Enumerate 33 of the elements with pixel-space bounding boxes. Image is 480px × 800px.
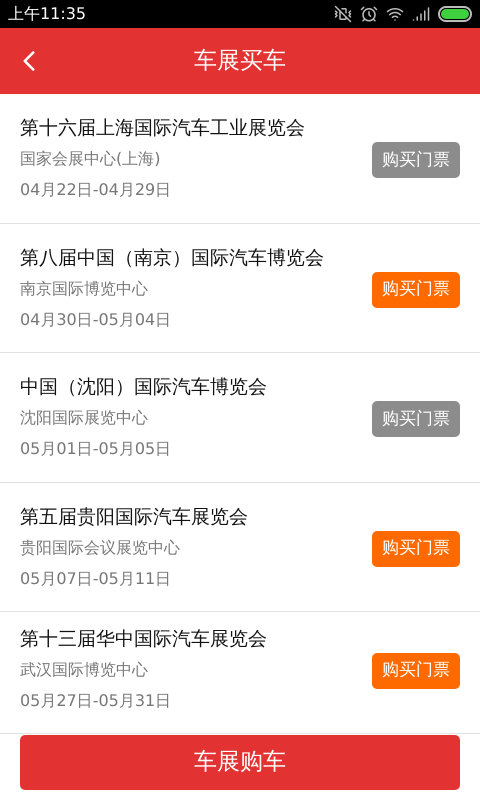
battery-icon (438, 6, 472, 22)
wifi-icon (386, 5, 404, 23)
exhibition-item[interactable]: 第八届中国（南京）国际汽车博览会 南京国际博览中心 04月30日-05月04日 购买门票 (0, 224, 480, 353)
buy-ticket-button[interactable]: 购买门票 (372, 530, 460, 567)
buy-ticket-button[interactable]: 购买门票 (372, 401, 460, 438)
buy-ticket-button[interactable]: 购买门票 (372, 272, 460, 308)
exhibition-item[interactable]: 第十六届上海国际汽车工业展览会 国家会展中心(上海) 04月22日-04月29日 购买门票 (0, 94, 480, 224)
venue-text: 沈阳国际展览中心 (20, 407, 149, 430)
venue-text: 南京国际博览中心 (20, 278, 149, 300)
exhibition-title: 中国（沈阳）国际汽车博览会 (20, 375, 268, 400)
date-range: 04月22日-04月29日 (20, 179, 172, 202)
venue-text: 贵阳国际会议展览中心 (20, 536, 181, 559)
date-range: 04月30日-05月04日 (20, 308, 172, 331)
alarm-icon (360, 5, 378, 23)
car-purchase-button[interactable]: 车展购车 (20, 735, 460, 790)
date-range: 05月01日-05月05日 (20, 438, 172, 460)
exhibition-title: 第十六届上海国际汽车工业展览会 (20, 116, 306, 142)
date-range: 05月27日-05月31日 (20, 690, 172, 712)
exhibition-title: 第十三届华中国际汽车展览会 (20, 626, 268, 652)
signal-icon (412, 5, 430, 23)
exhibition-item[interactable]: 第十三届华中国际汽车展览会 武汉国际博览中心 05月27日-05月31日 购买门票 (0, 612, 480, 734)
buy-ticket-button[interactable]: 购买门票 (372, 142, 460, 178)
buy-ticket-button[interactable]: 购买门票 (372, 652, 460, 688)
exhibition-item[interactable]: 第五届贵阳国际汽车展览会 贵阳国际会议展览中心 05月07日-05月11日 购买门票 (0, 482, 480, 612)
vibrate-off-icon (334, 5, 352, 23)
exhibition-title: 第八届中国（南京）国际汽车博览会 (20, 246, 325, 271)
venue-text: 武汉国际博览中心 (20, 658, 149, 680)
date-range: 05月07日-05月11日 (20, 568, 172, 590)
exhibition-title: 第五届贵阳国际汽车展览会 (20, 504, 249, 530)
venue-text: 国家会展中心(上海) (20, 148, 162, 170)
exhibition-item[interactable]: 中国（沈阳）国际汽车博览会 沈阳国际展览中心 05月01日-05月05日 购买门票 (0, 353, 480, 482)
page-title: 车展买车 (194, 46, 286, 76)
status-time: 上午11:35 (8, 3, 86, 25)
